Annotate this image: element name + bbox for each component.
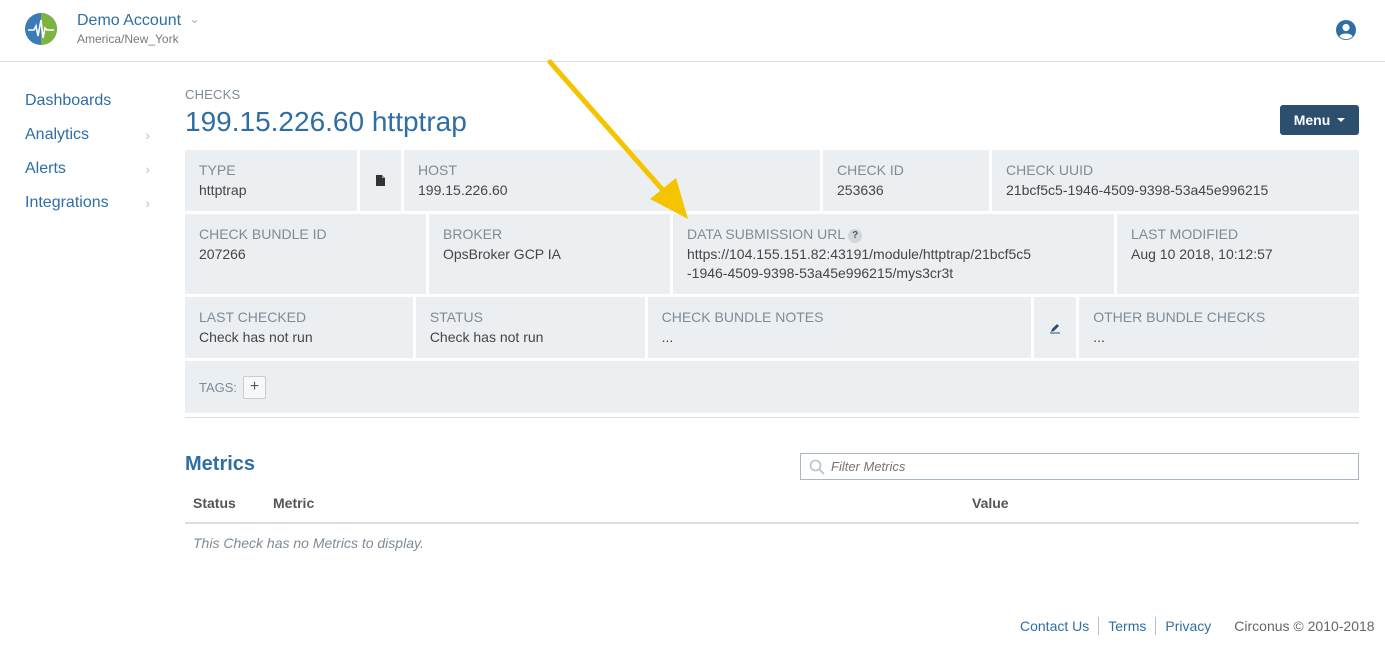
sidebar-item-label[interactable]: Analytics [25, 126, 89, 144]
details-row-1: TYPE httptrap HOST 199.15.226.60 CHECK I… [185, 150, 1359, 211]
bundle-id-value[interactable]: 207266 [199, 245, 412, 264]
host-cell: HOST 199.15.226.60 [404, 150, 820, 211]
submission-url-line-2: -1946-4509-9398-53a45e996215/mys3cr3t [687, 265, 954, 281]
contact-us-link[interactable]: Contact Us [1020, 618, 1089, 634]
document-icon[interactable] [376, 175, 385, 186]
submission-url-label: DATA SUBMISSION URL? [687, 226, 1100, 243]
pencil-icon[interactable] [1049, 322, 1061, 334]
divider [185, 417, 1359, 418]
check-id-value: 253636 [837, 182, 884, 198]
table-header-divider [185, 522, 1359, 524]
sidebar-item-label[interactable]: Alerts [25, 160, 66, 178]
last-modified-label: LAST MODIFIED [1131, 226, 1239, 242]
page-title: 199.15.226.60 httptrap [185, 106, 467, 137]
status-cell: STATUS Check has not run [415, 297, 645, 358]
check-uuid-value: 21bcf5c5-1946-4509-9398-53a45e996215 [1006, 182, 1269, 198]
filter-metrics-input[interactable] [831, 459, 1331, 474]
search-icon [809, 459, 825, 475]
sidebar-item-dashboards[interactable]: Dashboards [25, 84, 150, 118]
bundle-notes-value: ... [661, 329, 674, 345]
column-header-metric[interactable]: Metric [273, 495, 314, 511]
add-tag-button[interactable]: + [243, 375, 267, 399]
details-row-3: LAST CHECKED Check has not run STATUS Ch… [185, 297, 1359, 358]
submission-url-cell: DATA SUBMISSION URL? https://104.155.151… [673, 214, 1114, 294]
last-checked-label: LAST CHECKED [199, 309, 307, 325]
copyright: Circonus © 2010-2018 [1234, 618, 1375, 634]
other-checks-label: OTHER BUNDLE CHECKS [1093, 309, 1266, 325]
caret-down-icon[interactable] [1337, 118, 1346, 122]
details-row-2: CHECK BUNDLE ID 207266 BROKER OpsBroker … [185, 214, 1359, 294]
check-id-cell: CHECK ID 253636 [823, 150, 989, 211]
last-checked-cell: LAST CHECKED Check has not run [185, 297, 413, 358]
edit-notes-button[interactable] [1034, 297, 1077, 358]
sidebar-nav: Dashboards Analytics › Alerts › Integrat… [25, 84, 150, 220]
bundle-notes-cell: CHECK BUNDLE NOTES ... [647, 297, 1032, 358]
submission-url-line-1: https://104.155.151.82:43191/module/http… [687, 246, 1032, 262]
account-timezone: America/New_York [77, 32, 179, 46]
menu-button[interactable]: Menu [1280, 105, 1359, 135]
terms-link[interactable]: Terms [1108, 618, 1146, 634]
check-uuid-label: CHECK UUID [1006, 162, 1094, 178]
chevron-right-icon[interactable]: › [136, 127, 150, 143]
footer: Contact Us Terms Privacy Circonus © 2010… [1020, 617, 1375, 635]
tags-label: TAGS: [199, 379, 238, 395]
breadcrumb[interactable]: CHECKS [185, 87, 240, 102]
last-modified-cell: LAST MODIFIED Aug 10 2018, 10:12:57 [1117, 214, 1359, 294]
user-circle-icon[interactable] [1335, 19, 1357, 41]
last-modified-value: Aug 10 2018, 10:12:57 [1131, 246, 1273, 262]
column-header-status[interactable]: Status [193, 495, 236, 511]
type-doc-button[interactable] [360, 150, 401, 211]
bundle-id-cell: CHECK BUNDLE ID 207266 [185, 214, 426, 294]
account-name[interactable]: Demo Account [77, 12, 181, 30]
top-bar: Demo Account ⌄ America/New_York [0, 0, 1385, 62]
metrics-title: Metrics [185, 453, 256, 475]
sidebar-item-label[interactable]: Integrations [25, 194, 109, 212]
empty-metrics-message: This Check has no Metrics to display. [193, 535, 424, 551]
type-value: httptrap [199, 182, 247, 198]
type-label: TYPE [199, 162, 236, 178]
menu-button-label[interactable]: Menu [1294, 112, 1331, 128]
other-checks-cell: OTHER BUNDLE CHECKS ... [1079, 297, 1359, 358]
check-uuid-cell: CHECK UUID 21bcf5c5-1946-4509-9398-53a45… [992, 150, 1359, 211]
broker-label: BROKER [443, 226, 503, 242]
account-switcher[interactable]: Demo Account ⌄ America/New_York [77, 12, 200, 46]
bundle-id-label: CHECK BUNDLE ID [199, 226, 327, 242]
column-header-value[interactable]: Value [972, 495, 1009, 511]
privacy-link[interactable]: Privacy [1165, 618, 1211, 634]
help-icon[interactable]: ? [848, 229, 863, 243]
submission-url-label-text: DATA SUBMISSION URL [687, 226, 846, 242]
sidebar-item-analytics[interactable]: Analytics › [25, 118, 150, 152]
last-checked-value: Check has not run [199, 329, 313, 345]
filter-metrics-field[interactable] [800, 453, 1359, 480]
check-id-label: CHECK ID [837, 162, 904, 178]
other-checks-value: ... [1093, 329, 1105, 345]
circonus-logo-icon[interactable] [24, 12, 58, 46]
broker-value[interactable]: OpsBroker GCP IA [443, 245, 656, 264]
status-value: Check has not run [429, 329, 544, 345]
sidebar-item-alerts[interactable]: Alerts › [25, 152, 150, 186]
footer-divider [1098, 617, 1100, 635]
host-value: 199.15.226.60 [418, 182, 508, 198]
sidebar-item-integrations[interactable]: Integrations › [25, 186, 150, 220]
broker-cell: BROKER OpsBroker GCP IA [429, 214, 670, 294]
status-label: STATUS [429, 309, 483, 325]
sidebar-item-label[interactable]: Dashboards [25, 92, 111, 110]
chevron-right-icon[interactable]: › [136, 195, 150, 211]
host-label: HOST [418, 162, 457, 178]
chevron-down-icon[interactable]: ⌄ [190, 12, 200, 26]
bundle-notes-label: CHECK BUNDLE NOTES [661, 309, 824, 325]
type-cell: TYPE httptrap [185, 150, 357, 211]
chevron-right-icon[interactable]: › [136, 161, 150, 177]
tags-row: TAGS: + [185, 361, 1359, 413]
footer-divider [1155, 617, 1157, 635]
